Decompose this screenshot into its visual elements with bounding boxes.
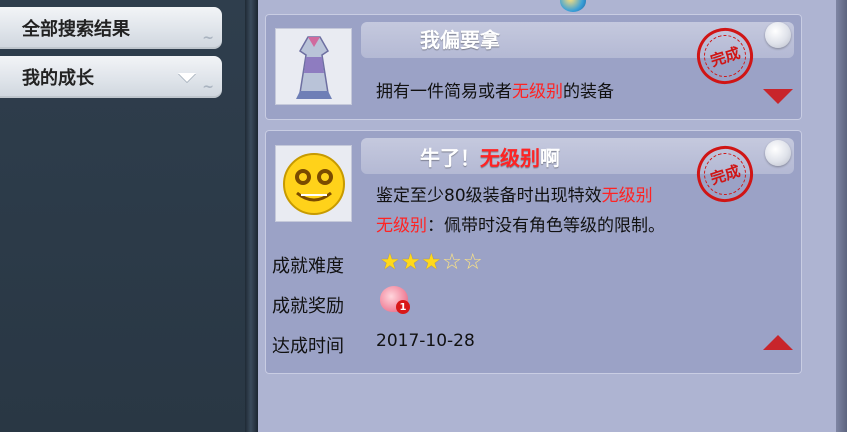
sidebar-item-all-search-results[interactable]: 全部搜索结果 ~ [0, 7, 222, 49]
star-empty-icon: ☆☆ [442, 250, 484, 275]
chevron-down-icon [178, 73, 196, 82]
completion-date: 2017-10-28 [376, 331, 475, 351]
scrollbar[interactable] [836, 0, 847, 432]
star-filled-icon: ★★★ [380, 250, 443, 275]
reward-label: 成就奖励 [272, 296, 344, 317]
swirl-decoration-icon: ~ [202, 30, 214, 46]
peach-icon[interactable] [765, 22, 791, 48]
sidebar-item-label: 我的成长 [22, 68, 94, 89]
difficulty-stars: ★★★☆☆ [380, 250, 484, 275]
time-label: 达成时间 [272, 336, 344, 357]
panel-divider [245, 0, 258, 432]
difficulty-label: 成就难度 [272, 256, 344, 277]
expand-arrow-icon[interactable] [763, 89, 793, 104]
achievement-title: 牛了！无级别啊 [420, 146, 560, 170]
smiley-coin-face-icon [275, 145, 352, 222]
achievement-description-line1: 鉴定至少80级装备时出现特效无级别 [376, 186, 653, 206]
swirl-decoration-icon: ~ [202, 79, 214, 95]
sidebar-item-my-growth[interactable]: 我的成长 ~ [0, 56, 222, 98]
achievement-title: 我偏要拿 [420, 28, 500, 52]
sidebar-item-label: 全部搜索结果 [22, 19, 130, 40]
robe-equipment-icon [275, 28, 352, 105]
achievement-description-line2: 无级别：佩带时没有角色等级的限制。 [376, 216, 665, 236]
reward-count-badge: 1 [396, 300, 410, 314]
achievement-description: 拥有一件简易或者无级别的装备 [376, 82, 614, 102]
peach-icon[interactable] [765, 140, 791, 166]
collapse-arrow-icon[interactable] [763, 335, 793, 350]
